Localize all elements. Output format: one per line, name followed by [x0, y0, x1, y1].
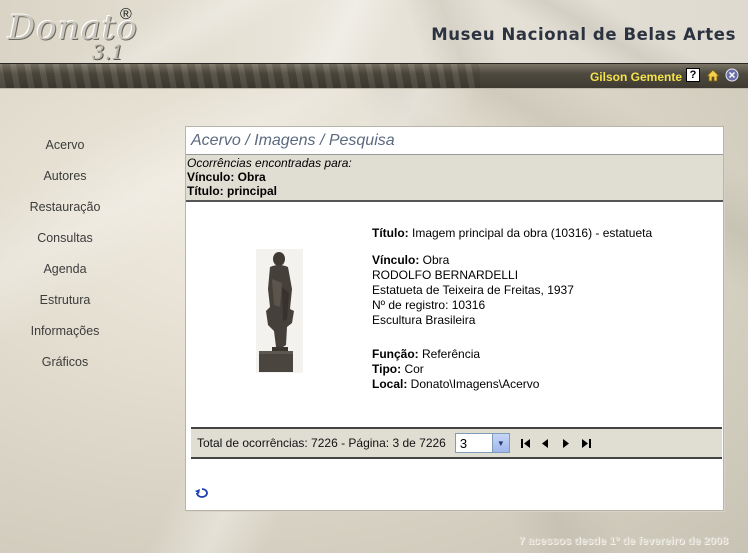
result-item: Título: Imagem principal da obra (10316)…	[186, 202, 723, 425]
record-registro: Nº de registro: 10316	[372, 298, 486, 312]
titulo-label: Título:	[372, 226, 409, 240]
statue-thumbnail[interactable]	[256, 249, 303, 373]
funcao-value: Referência	[418, 347, 481, 361]
vinculo-value: Obra	[419, 253, 450, 267]
last-page-icon[interactable]	[580, 437, 592, 449]
page-title: Acervo / Imagens / Pesquisa	[186, 127, 723, 155]
sidebar-item-agenda[interactable]: Agenda	[0, 254, 130, 285]
record-titulo: Título: Imagem principal da obra (10316)…	[372, 226, 652, 241]
access-counter: 7 acessos desde 1º de fevereiro de 2008	[518, 535, 728, 547]
sidebar-nav: Acervo Autores Restauração Consultas Age…	[0, 130, 130, 378]
record-tipo: Tipo: Cor	[372, 362, 652, 377]
sidebar-item-acervo[interactable]: Acervo	[0, 130, 130, 161]
chevron-down-icon[interactable]: ▼	[491, 434, 509, 452]
donato-logo: Donato 3.1 ®	[8, 4, 138, 64]
museum-title: Museu Nacional de Belas Artes	[431, 25, 736, 44]
record-local: Local: Donato\Imagens\Acervo	[372, 377, 652, 392]
criteria-vinculo: Vínculo: Obra	[187, 170, 266, 184]
tipo-value: Cor	[401, 362, 424, 376]
criteria-heading: Ocorrências encontradas para:	[187, 156, 352, 170]
criteria-titulo: Título: principal	[187, 184, 277, 198]
local-value: Donato\Imagens\Acervo	[407, 377, 540, 391]
record-work: Estatueta de Teixeira de Freitas, 1937	[372, 283, 574, 297]
user-name: Gilson Gemente	[589, 70, 682, 84]
pagination-summary: Total de ocorrências: 7226 - Página: 3 d…	[197, 436, 446, 450]
local-label: Local:	[372, 377, 408, 391]
vinculo-label: Vínculo:	[372, 253, 420, 267]
titulo-value: Imagem principal da obra (10316) - estat…	[408, 226, 653, 240]
record-vinculo: Vínculo: Obra	[372, 253, 652, 268]
funcao-label: Função:	[372, 347, 419, 361]
record-funcao: Função: Referência	[372, 347, 652, 362]
home-icon[interactable]	[706, 68, 720, 82]
tipo-label: Tipo:	[372, 362, 402, 376]
page-select-value: 3	[459, 435, 468, 451]
page-select[interactable]: 3 ▼	[454, 433, 510, 453]
sidebar-item-informacoes[interactable]: Informações	[0, 316, 130, 347]
record-details: Título: Imagem principal da obra (10316)…	[372, 226, 652, 392]
logo-version: 3.1	[92, 40, 124, 64]
header: Donato 3.1 ® Museu Nacional de Belas Art…	[0, 0, 748, 64]
pagination-bar: Total de ocorrências: 7226 - Página: 3 d…	[191, 427, 722, 459]
sidebar-item-graficos[interactable]: Gráficos	[0, 347, 130, 378]
search-results-panel: Acervo / Imagens / Pesquisa Ocorrências …	[185, 126, 724, 511]
back-arrow-icon[interactable]	[194, 487, 210, 499]
search-criteria: Ocorrências encontradas para: Vínculo: O…	[186, 155, 723, 202]
sidebar-item-estrutura[interactable]: Estrutura	[0, 285, 130, 316]
pagination-buttons	[520, 437, 592, 449]
help-icon[interactable]: ?	[686, 68, 700, 82]
exit-icon[interactable]	[725, 68, 739, 82]
logo-registered-mark: ®	[120, 6, 132, 23]
next-page-icon[interactable]	[560, 437, 572, 449]
prev-page-icon[interactable]	[540, 437, 552, 449]
record-author: RODOLFO BERNARDELLI	[372, 268, 519, 282]
sidebar-item-consultas[interactable]: Consultas	[0, 223, 130, 254]
record-collection: Escultura Brasileira	[372, 313, 476, 327]
first-page-icon[interactable]	[520, 437, 532, 449]
sidebar-item-restauracao[interactable]: Restauração	[0, 192, 130, 223]
sidebar-item-autores[interactable]: Autores	[0, 161, 130, 192]
